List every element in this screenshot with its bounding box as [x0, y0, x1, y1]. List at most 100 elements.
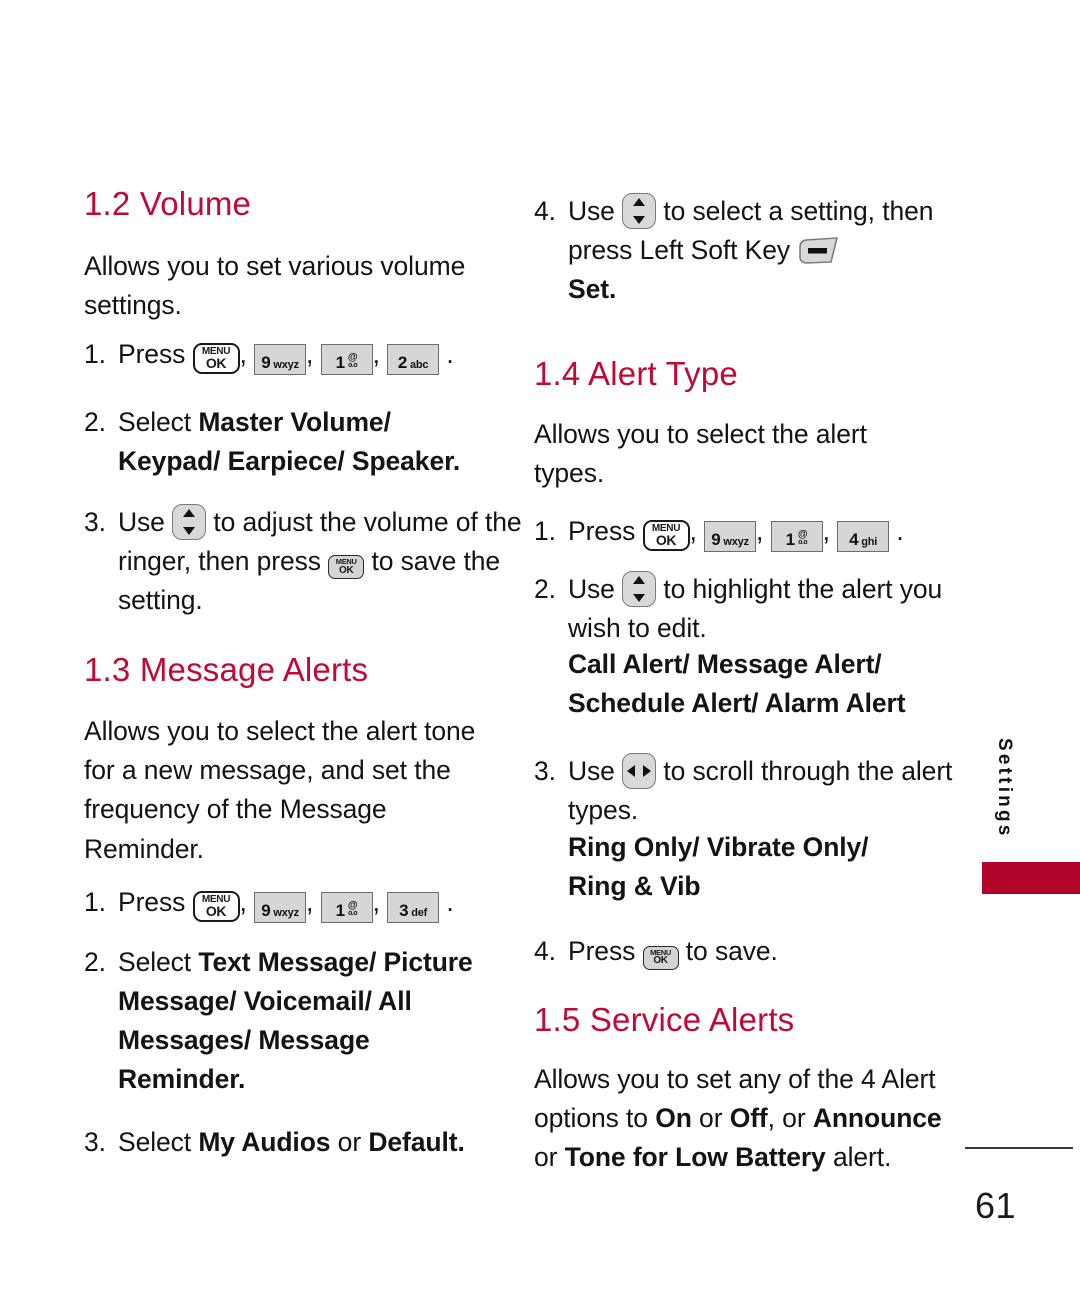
comma: , — [306, 887, 314, 917]
step-1-2-1: 1. Press MENU OK , 9 wxyz , 1 @ o.o , 2 abc … — [84, 335, 528, 375]
option-text: Master Volume/ — [198, 407, 391, 437]
heading-1-3-message-alerts: 1.3 Message Alerts — [84, 651, 369, 688]
heading-1-2-volume: 1.2 Volume — [84, 185, 252, 222]
step-period: . — [457, 1127, 465, 1157]
key-1-icon: 1 @ o.o — [320, 892, 373, 923]
step-number: 1. — [534, 516, 556, 546]
step-text: to save. — [678, 936, 778, 966]
step-text: Press — [118, 887, 186, 917]
step-number: 2. — [84, 407, 106, 437]
side-tab-settings-label: Settings — [994, 738, 1015, 839]
left-right-navigation-key-icon — [622, 753, 657, 789]
step-number: 4. — [534, 936, 556, 966]
step-period: . — [237, 1063, 246, 1094]
step-period: . — [896, 516, 904, 546]
step-text: Use — [568, 196, 623, 226]
step-text: Press — [568, 936, 643, 966]
option-text: Message/ Voicemail/ All — [118, 985, 412, 1016]
step-1-2-3: 3. Use to adjust the volume of the ringe… — [84, 503, 530, 620]
comma: , — [306, 339, 314, 369]
step-1-4-4: 4. Press MENU OK to save. — [534, 932, 988, 971]
up-down-navigation-key-icon — [622, 193, 657, 229]
intro-1-4: Allows you to select the alert types. — [534, 419, 867, 489]
option-text: My Audios — [198, 1127, 331, 1157]
key-4-ghi-icon: 4 ghi — [837, 521, 890, 552]
step-number: 3. — [84, 507, 106, 537]
option-text: Tone for Low Battery — [564, 1142, 826, 1173]
heading-1-5-service-alerts: 1.5 Service Alerts — [534, 1001, 795, 1038]
menu-ok-key-icon: MENU OK — [192, 891, 240, 922]
page-number: 61 — [975, 1185, 1017, 1226]
option-text: Announce — [812, 1103, 942, 1134]
intro-text: , or — [767, 1103, 813, 1134]
step-period: . — [608, 273, 617, 304]
option-text: Schedule Alert/ Alarm Alert — [568, 687, 906, 718]
step-1-4-3: 3. Use to scroll through the alert types… — [534, 752, 988, 830]
step-text: Select — [118, 1127, 199, 1157]
step-text: Use — [568, 574, 623, 604]
comma: , — [756, 516, 764, 546]
step-number: 4. — [534, 196, 556, 226]
footer-divider — [965, 1147, 1073, 1149]
step-text: Press — [118, 339, 186, 369]
option-text: On — [655, 1103, 692, 1134]
up-down-navigation-key-icon — [622, 571, 657, 607]
option-text: Keypad/ Earpiece/ Speaker — [118, 445, 453, 476]
menu-ok-key-icon: MENU OK — [192, 343, 240, 374]
key-9-wxyz-icon: 9 wxyz — [254, 344, 307, 375]
comma: , — [689, 516, 697, 546]
comma: , — [372, 887, 380, 917]
key-9-wxyz-icon: 9 wxyz — [704, 521, 757, 552]
step-1-3-3: 3. Select My Audios or Default. — [84, 1123, 530, 1162]
intro-text: or — [691, 1103, 730, 1134]
step-text: or — [330, 1127, 369, 1157]
side-tab-bar — [982, 862, 1080, 894]
option-text: Text Message/ Picture — [198, 947, 473, 977]
intro-text: alert. — [825, 1142, 892, 1173]
menu-ok-key-icon: MENU OK — [328, 555, 365, 580]
menu-ok-key-icon: MENU OK — [642, 945, 679, 970]
step-1-2-4: 4. Use to select a setting, then press L… — [534, 192, 988, 309]
key-9-wxyz-icon: 9 wxyz — [254, 892, 307, 923]
option-text: Call Alert/ Message Alert/ — [568, 649, 882, 679]
intro-1-3: Allows you to select the alert tone for … — [84, 716, 476, 864]
comma: , — [372, 339, 380, 369]
option-text: Default — [368, 1127, 458, 1157]
comma: , — [239, 339, 247, 369]
key-2-abc-icon: 2 abc — [387, 344, 440, 375]
step-1-2-2: 2. Select Master Volume/ Keypad/ Earpiec… — [84, 403, 528, 481]
step-number: 3. — [84, 1127, 106, 1157]
option-text: Ring & Vib — [568, 870, 701, 901]
heading-1-4-alert-type: 1.4 Alert Type — [534, 355, 738, 392]
step-period: . — [446, 887, 454, 917]
step-1-3-1: 1. Press MENU OK , 9 wxyz , 1 @ o.o , 3 def … — [84, 883, 528, 923]
step-text: Use — [118, 507, 173, 537]
step-number: 2. — [84, 947, 106, 977]
step-1-4-1: 1. Press MENU OK , 9 wxyz , 1 @ o.o , 4 ghi … — [534, 512, 988, 552]
key-1-icon: 1 @ o.o — [770, 521, 823, 552]
options-1-4-2: Call Alert/ Message Alert/ Schedule Aler… — [534, 645, 988, 723]
option-text: Reminder — [118, 1063, 238, 1094]
left-soft-key-icon — [799, 237, 839, 264]
step-number: 1. — [84, 339, 106, 369]
key-1-icon: 1 @ o.o — [320, 344, 373, 375]
option-text: Messages/ Message — [118, 1024, 370, 1055]
step-period: . — [446, 339, 454, 369]
option-text: Off — [729, 1103, 768, 1134]
key-3-def-icon: 3 def — [387, 892, 440, 923]
step-text: Use — [568, 756, 623, 786]
option-text: Set — [568, 273, 609, 304]
step-period: . — [452, 445, 461, 476]
comma: , — [239, 887, 247, 917]
comma: , — [822, 516, 830, 546]
intro-text: or — [534, 1142, 565, 1173]
option-text: Ring Only/ Vibrate Only/ — [568, 832, 869, 862]
step-1-3-2: 2. Select Text Message/ Picture Message/… — [84, 943, 530, 1099]
intro-1-5: Allows you to set any of the 4 Alert opt… — [534, 1060, 944, 1178]
intro-1-2: Allows you to set various volume setting… — [84, 251, 466, 321]
up-down-navigation-key-icon — [172, 504, 207, 540]
manual-page: 1.2 Volume Allows you to set various vol… — [0, 0, 1080, 1295]
step-text: Select — [118, 947, 199, 977]
step-1-4-2: 2. Use to highlight the alert you wish t… — [534, 570, 988, 648]
options-1-4-3: Ring Only/ Vibrate Only/ Ring & Vib — [534, 828, 988, 906]
